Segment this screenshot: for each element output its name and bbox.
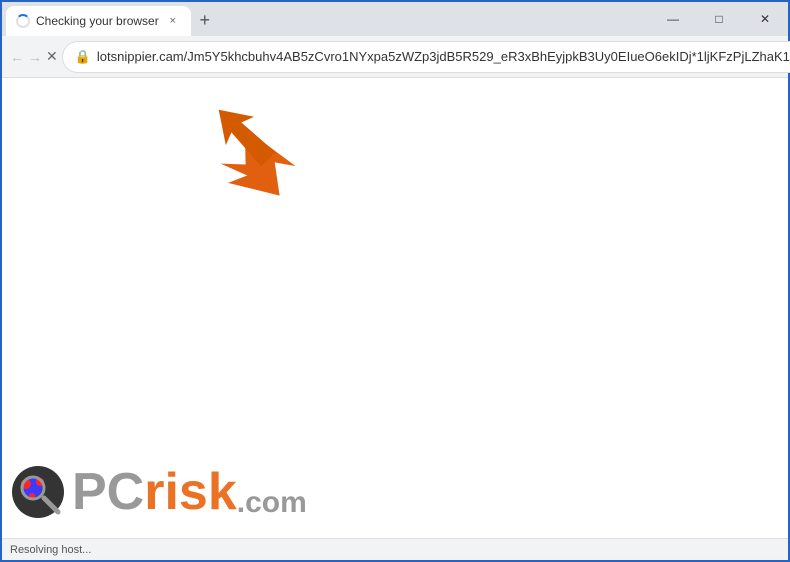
tab-close-button[interactable]: ×	[165, 13, 181, 29]
reload-icon: ✕	[46, 48, 58, 65]
pcrisk-risk-text: risk	[144, 463, 237, 521]
tab-title: Checking your browser	[36, 14, 159, 28]
maximize-button[interactable]: □	[696, 2, 742, 36]
browser-window: Checking your browser × + — □ ✕ ← → ✕ 🔒 …	[2, 2, 788, 560]
status-bar: Resolving host...	[2, 538, 788, 560]
pcrisk-text-group: PCrisk.com	[72, 466, 307, 518]
new-tab-button[interactable]: +	[191, 6, 219, 34]
close-button[interactable]: ✕	[742, 2, 788, 36]
tabs-area: Checking your browser × +	[2, 2, 219, 36]
url-text: lotsnippier.cam/Jm5Y5khcbuhv4AB5zCvro1NY…	[97, 49, 790, 64]
page-content: PCrisk.com	[2, 78, 788, 538]
pcrisk-pc-text: PC	[72, 463, 144, 521]
toolbar: ← → ✕ 🔒 lotsnippier.cam/Jm5Y5khcbuhv4AB5…	[2, 36, 788, 78]
active-tab[interactable]: Checking your browser ×	[6, 6, 191, 36]
back-icon: ←	[10, 49, 24, 65]
orange-arrow-container	[212, 103, 312, 208]
reload-button[interactable]: ✕	[46, 43, 58, 71]
back-button[interactable]: ←	[10, 43, 24, 71]
window-controls: — □ ✕	[650, 2, 788, 36]
pcrisk-logo-icon	[12, 466, 64, 518]
orange-arrow-visual	[202, 93, 292, 183]
lock-icon: 🔒	[75, 49, 91, 65]
tab-loading-spinner	[16, 14, 30, 28]
pcrisk-com-text: .com	[237, 486, 307, 519]
address-bar[interactable]: 🔒 lotsnippier.cam/Jm5Y5khcbuhv4AB5zCvro1…	[62, 41, 790, 73]
minimize-button[interactable]: —	[650, 2, 696, 36]
forward-icon: →	[28, 49, 42, 65]
titlebar: Checking your browser × + — □ ✕	[2, 2, 788, 36]
forward-button[interactable]: →	[28, 43, 42, 71]
pcrisk-watermark: PCrisk.com	[12, 466, 307, 518]
status-text: Resolving host...	[10, 544, 91, 556]
